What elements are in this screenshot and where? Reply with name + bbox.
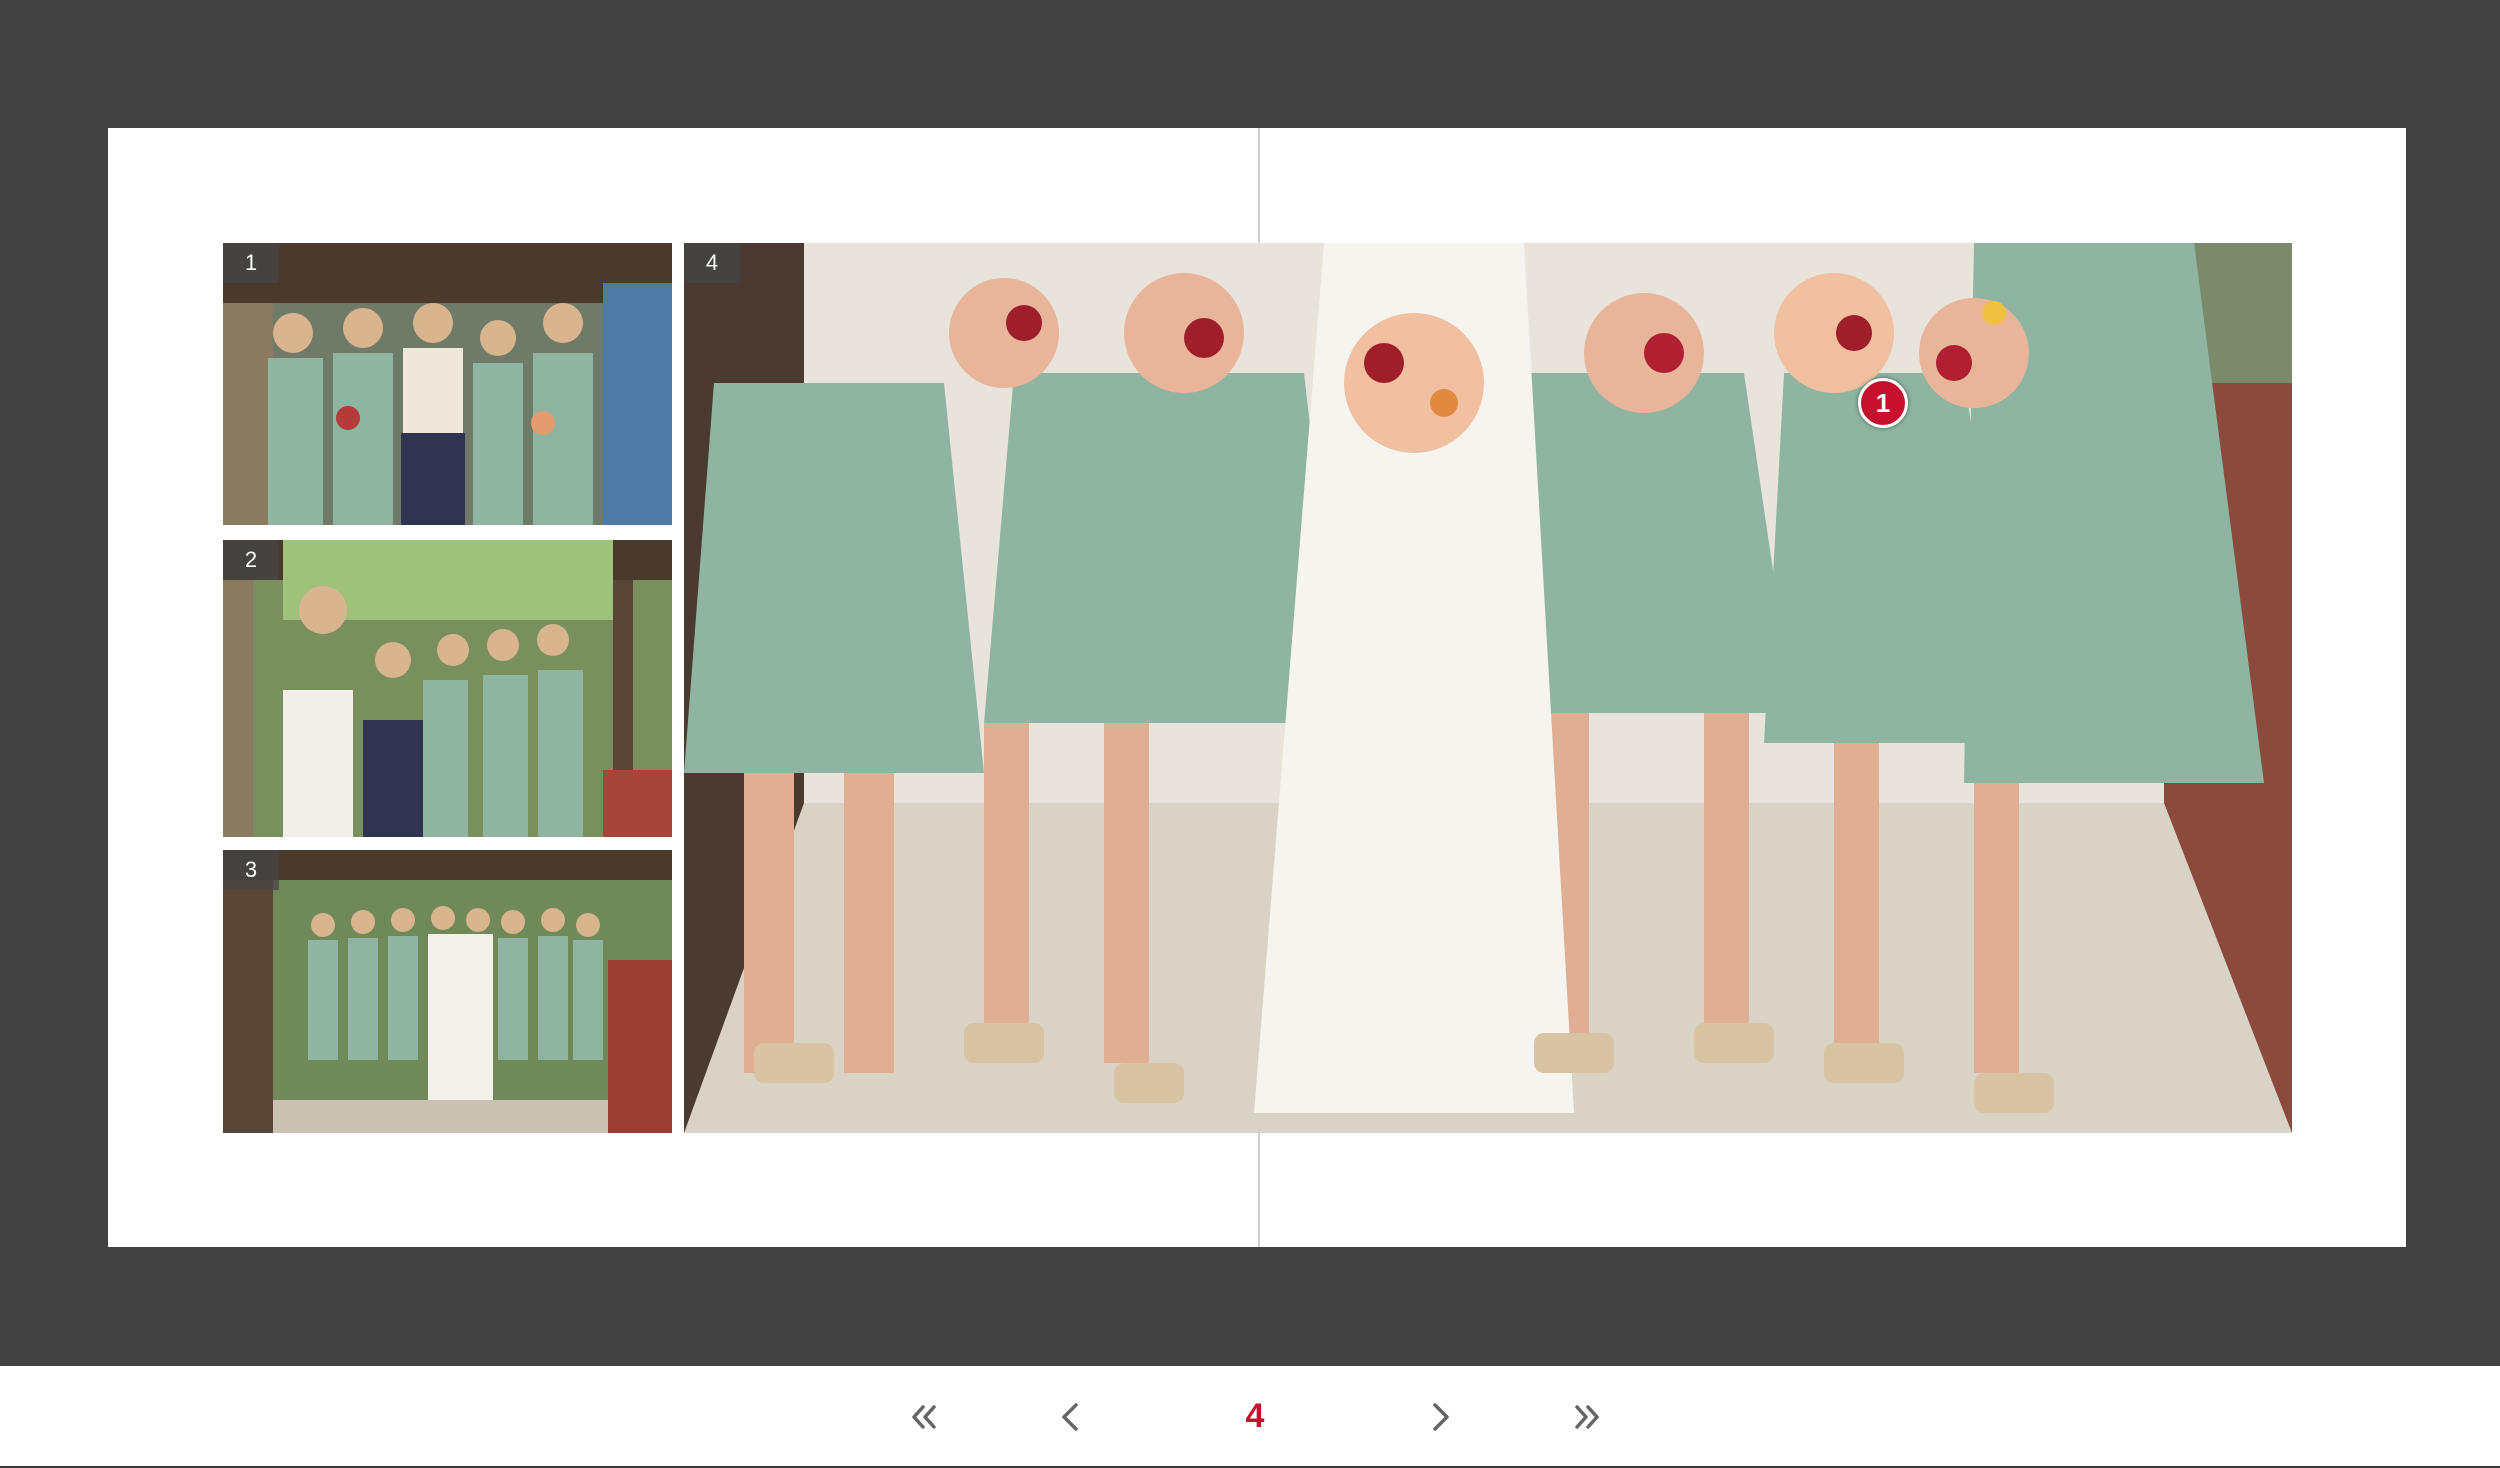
chevron-right-icon	[1433, 1403, 1449, 1431]
photo-thumbnail-2[interactable]: 2	[223, 540, 672, 837]
current-page-number: 4	[1245, 1397, 1265, 1435]
album-viewer: 1 2 3 4 1	[0, 0, 2500, 1366]
bride-with-bridesmaids-image	[223, 540, 672, 837]
comment-marker[interactable]: 1	[1858, 378, 1908, 428]
next-page-button[interactable]	[1413, 1390, 1467, 1444]
bridal-party-porch-image	[223, 850, 672, 1133]
album-spread: 1 2 3 4 1	[108, 128, 2406, 1247]
bridesmaids-laughing-image	[223, 243, 672, 525]
photo-number-badge: 2	[223, 540, 279, 580]
chevron-left-icon	[1062, 1403, 1078, 1431]
photo-number-badge: 1	[223, 243, 279, 283]
photo-thumbnail-1[interactable]: 1	[223, 243, 672, 525]
last-page-button[interactable]	[1560, 1390, 1614, 1444]
photo-main-4[interactable]: 4	[684, 243, 2292, 1133]
double-chevron-right-icon	[1575, 1405, 1599, 1429]
first-page-button[interactable]	[897, 1390, 951, 1444]
previous-page-button[interactable]	[1044, 1390, 1098, 1444]
photo-thumbnail-3[interactable]: 3	[223, 850, 672, 1133]
double-chevron-left-icon	[912, 1405, 936, 1429]
bridesmaids-bouquets-image	[684, 243, 2292, 1133]
photo-number-badge: 4	[684, 243, 740, 283]
photo-number-badge: 3	[223, 850, 279, 890]
page-navigation-bar: 4	[0, 1366, 2500, 1468]
